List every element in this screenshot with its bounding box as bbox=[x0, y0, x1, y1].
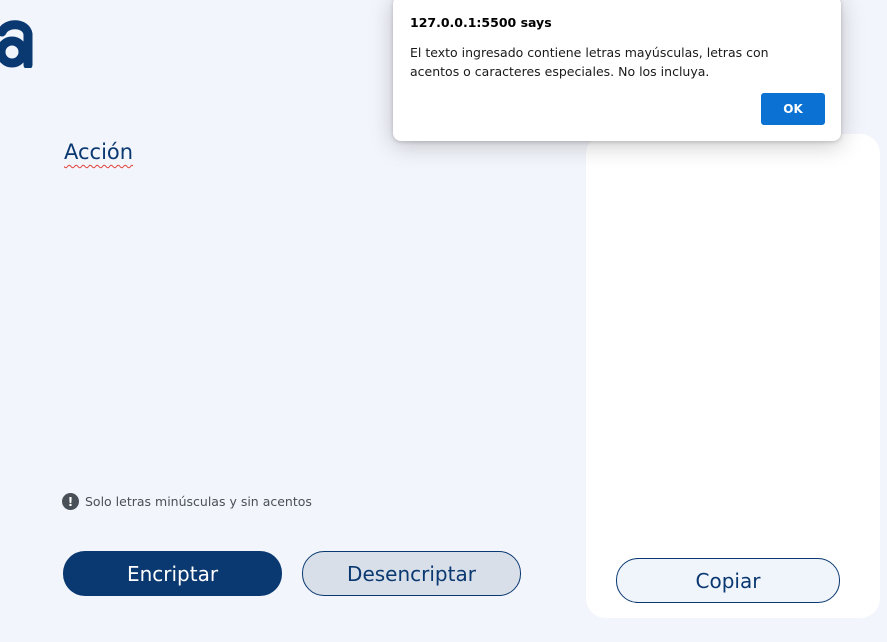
decrypt-button[interactable]: Desencriptar bbox=[302, 551, 521, 596]
copy-button[interactable]: Copiar bbox=[616, 558, 840, 603]
dialog-message: El texto ingresado contiene letras mayús… bbox=[410, 45, 769, 79]
page: Acción ! Solo letras minúsculas y sin ac… bbox=[0, 0, 887, 642]
output-panel bbox=[586, 134, 880, 618]
alert-dialog: 127.0.0.1:5500 says El texto ingresado c… bbox=[393, 0, 841, 141]
hint: ! Solo letras minúsculas y sin acentos bbox=[62, 493, 312, 510]
hint-text: Solo letras minúsculas y sin acentos bbox=[85, 494, 312, 509]
encrypt-button[interactable]: Encriptar bbox=[63, 551, 282, 596]
dialog-ok-button[interactable]: OK bbox=[761, 93, 825, 125]
text-input-value: Acción bbox=[64, 140, 134, 164]
alura-logo-icon bbox=[0, 20, 33, 68]
dialog-title: 127.0.0.1:5500 says bbox=[410, 15, 552, 30]
exclamation-circle-icon: ! bbox=[62, 493, 79, 510]
text-input[interactable]: Acción bbox=[64, 140, 564, 470]
